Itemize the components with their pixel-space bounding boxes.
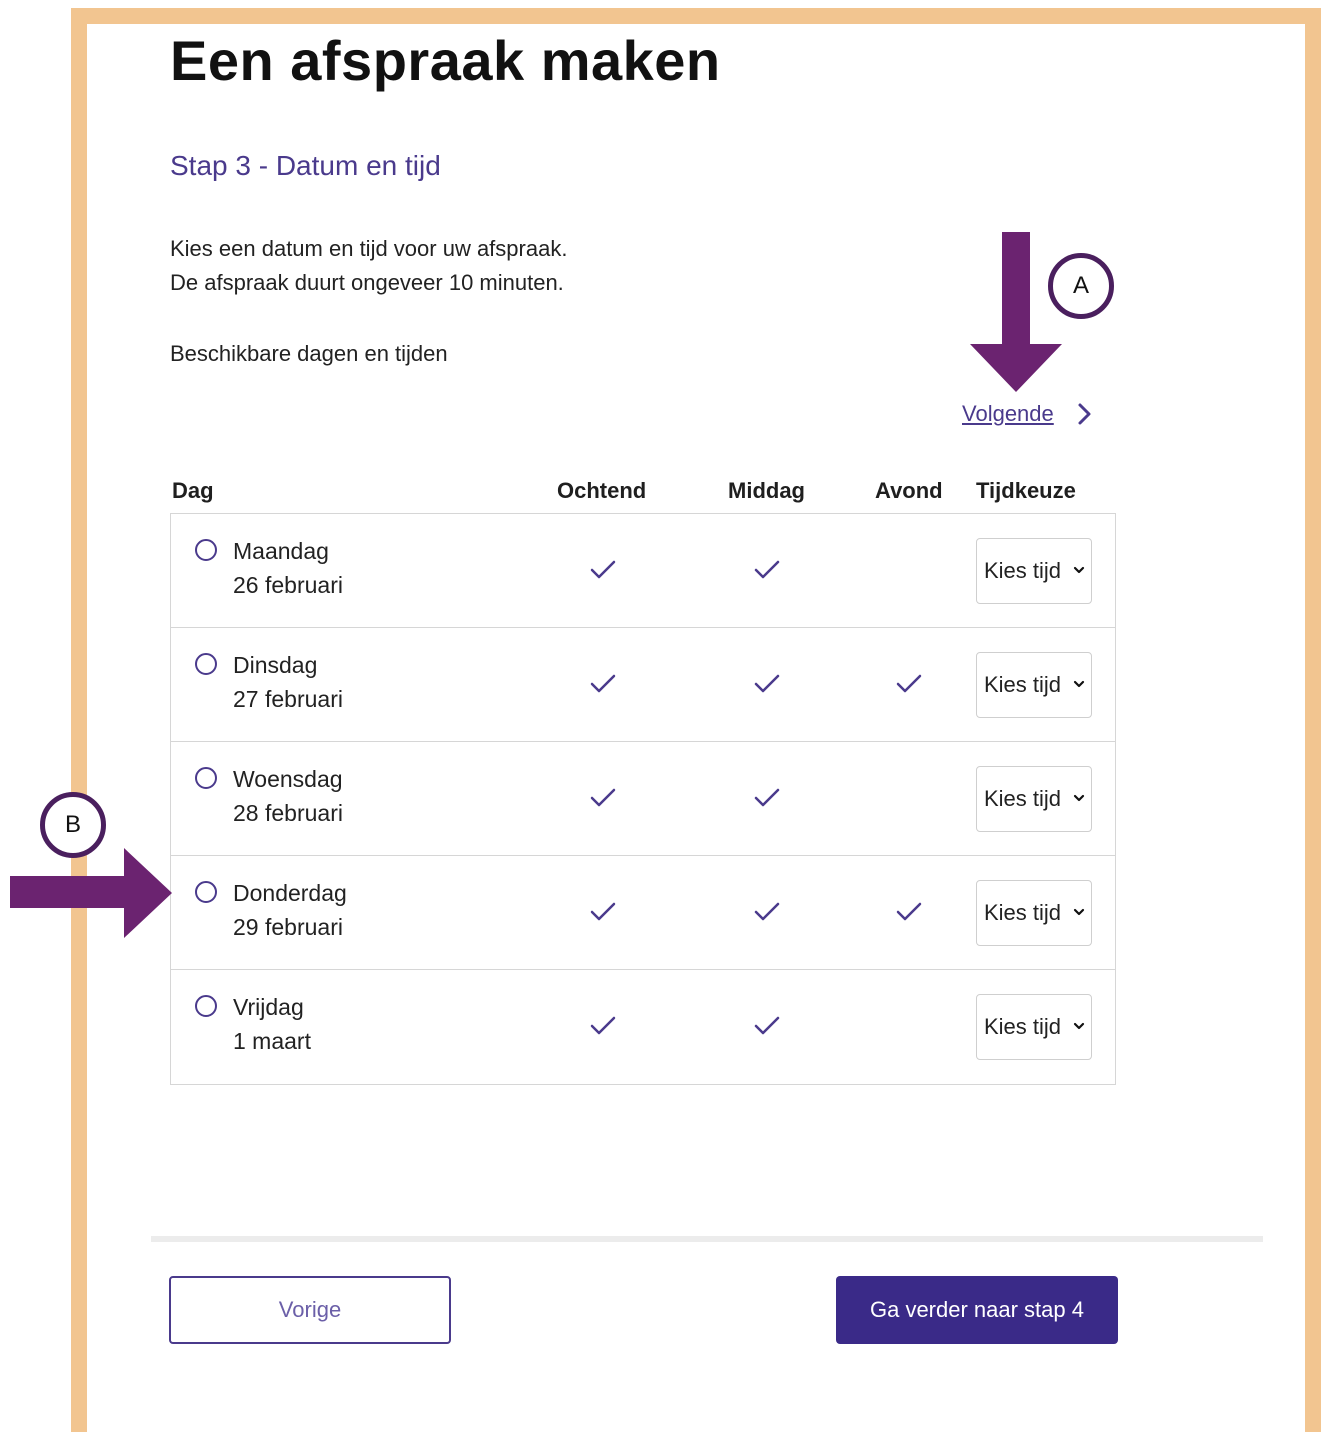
- column-header-time-choice: Tijdkeuze: [976, 478, 1076, 503]
- day-date: 27 februari: [233, 686, 343, 712]
- availability-table: Maandag 26 februari Kies tijd Dinsdag 27…: [170, 513, 1116, 1085]
- check-icon: [754, 1016, 780, 1035]
- day-date: 28 februari: [233, 800, 343, 826]
- time-select[interactable]: Kies tijd: [976, 652, 1092, 718]
- chevron-down-icon: [1073, 1022, 1085, 1030]
- check-icon: [754, 560, 780, 579]
- day-radio[interactable]: [195, 539, 217, 561]
- time-select[interactable]: Kies tijd: [976, 880, 1092, 946]
- day-radio[interactable]: [195, 653, 217, 675]
- time-select-value: Kies tijd: [984, 558, 1062, 583]
- column-header-day: Dag: [172, 478, 214, 503]
- available-label: Beschikbare dagen en tijden: [170, 341, 448, 366]
- continue-step-4-button[interactable]: Ga verder naar stap 4: [836, 1276, 1118, 1344]
- day-date: 26 februari: [233, 572, 343, 598]
- check-icon: [590, 1016, 616, 1035]
- check-icon: [754, 788, 780, 807]
- day-name: Donderdag: [233, 880, 347, 906]
- chevron-down-icon: [1073, 680, 1085, 688]
- time-select[interactable]: Kies tijd: [976, 538, 1092, 604]
- check-icon: [754, 902, 780, 921]
- day-radio[interactable]: [195, 881, 217, 903]
- time-select[interactable]: Kies tijd: [976, 766, 1092, 832]
- footer-divider: [151, 1236, 1263, 1242]
- column-header-evening: Avond: [875, 478, 943, 503]
- check-icon: [590, 902, 616, 921]
- annotation-marker-label: A: [1072, 272, 1089, 299]
- annotation-arrow-down-icon: [970, 232, 1062, 392]
- step-title: Stap 3 - Datum en tijd: [170, 150, 441, 181]
- check-icon: [590, 560, 616, 579]
- day-radio[interactable]: [195, 767, 217, 789]
- time-select-value: Kies tijd: [984, 786, 1062, 811]
- time-select-value: Kies tijd: [984, 1014, 1062, 1039]
- table-row: Vrijdag 1 maart Kies tijd: [171, 970, 1115, 1084]
- table-row: Woensdag 28 februari Kies tijd: [171, 742, 1115, 856]
- chevron-right-icon: [1078, 403, 1091, 425]
- intro-text: Kies een datum en tijd voor uw afspraak.…: [170, 232, 567, 300]
- check-icon: [590, 788, 616, 807]
- column-header-morning: Ochtend: [557, 478, 647, 503]
- day-radio[interactable]: [195, 995, 217, 1017]
- check-icon: [754, 674, 780, 693]
- table-row: Donderdag 29 februari Kies tijd: [171, 856, 1115, 970]
- previous-button[interactable]: Vorige: [169, 1276, 451, 1344]
- check-icon: [896, 674, 922, 693]
- chevron-down-icon: [1073, 566, 1085, 574]
- time-select[interactable]: Kies tijd: [976, 994, 1092, 1060]
- intro-line: Kies een datum en tijd voor uw afspraak.: [170, 236, 568, 261]
- column-header-afternoon: Middag: [728, 478, 805, 503]
- check-icon: [590, 674, 616, 693]
- page-title: Een afspraak maken: [170, 29, 721, 92]
- time-select-value: Kies tijd: [984, 900, 1062, 925]
- table-row: Maandag 26 februari Kies tijd: [171, 514, 1115, 628]
- day-name: Vrijdag: [233, 994, 304, 1020]
- next-week-link[interactable]: Volgende: [962, 401, 1096, 427]
- table-row: Dinsdag 27 februari Kies tijd: [171, 628, 1115, 742]
- day-date: 1 maart: [233, 1028, 311, 1054]
- annotation-arrow-right-icon: [10, 848, 172, 938]
- annotation-marker-label: B: [64, 811, 81, 838]
- chevron-down-icon: [1073, 794, 1085, 802]
- next-link-label: Volgende: [962, 401, 1054, 426]
- time-select-value: Kies tijd: [984, 672, 1062, 697]
- annotation-marker-b: B: [40, 792, 106, 858]
- check-icon: [896, 902, 922, 921]
- day-date: 29 februari: [233, 914, 343, 940]
- intro-line: De afspraak duurt ongeveer 10 minuten.: [170, 270, 564, 295]
- day-name: Dinsdag: [233, 652, 318, 678]
- day-name: Woensdag: [233, 766, 343, 792]
- chevron-down-icon: [1073, 908, 1085, 916]
- annotation-marker-a: A: [1048, 253, 1114, 319]
- day-name: Maandag: [233, 538, 329, 564]
